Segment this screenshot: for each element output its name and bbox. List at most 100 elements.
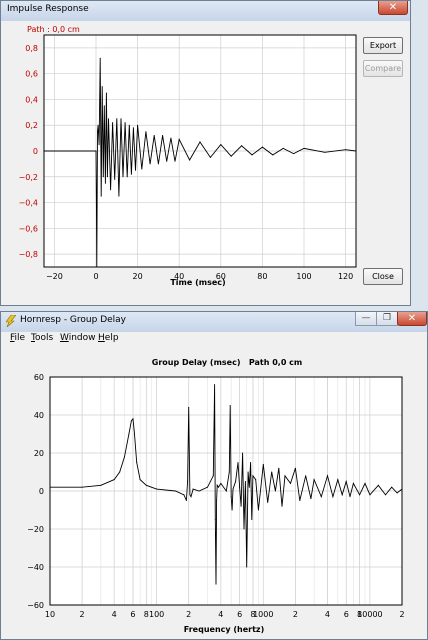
data-point [215, 583, 217, 585]
restore-icon: ❐ [382, 313, 392, 323]
y-tick-label: −0,2 [19, 173, 38, 182]
impulse-window-title: Impulse Response [7, 4, 89, 14]
menu-help[interactable]: Help [98, 333, 119, 343]
x-tick-label: 10000 [357, 610, 382, 619]
minimize-button[interactable]: — [355, 312, 377, 326]
data-point [166, 160, 168, 162]
x-tick-label: 0 [93, 272, 98, 281]
data-point [274, 490, 276, 492]
impulse-response-window: Impulse Response ✕ −20 0 20 40 60 80 100 120 0,8… [0, 0, 411, 306]
data-point [112, 122, 114, 124]
data-point [239, 486, 241, 488]
y-tick-label: −0,8 [19, 250, 38, 259]
data-point [230, 155, 232, 157]
data-point [101, 86, 103, 88]
impulse-path-label: Path : 0,0 cm [27, 25, 80, 34]
data-point [114, 178, 116, 180]
data-point [261, 146, 263, 148]
data-point [145, 484, 147, 486]
x-tick-label: 2 [293, 610, 298, 619]
y-tick-label: 0,8 [25, 44, 38, 53]
y-tick-label: −40 [27, 563, 44, 572]
data-point [345, 149, 347, 151]
minimize-icon: — [361, 313, 371, 323]
data-point [126, 176, 128, 178]
data-point [252, 475, 254, 477]
group-delay-titlebar[interactable]: Hornresp - Group Delay — ❐ ✕ [1, 312, 427, 332]
data-point [231, 509, 233, 511]
menu-file[interactable]: File [10, 333, 25, 343]
y-tick-label: −60 [27, 601, 44, 610]
data-point [303, 147, 305, 149]
data-point [327, 475, 328, 477]
export-button[interactable]: Export [363, 37, 403, 54]
data-point [352, 482, 354, 484]
data-point [235, 481, 237, 482]
data-point [81, 486, 83, 488]
x-tick-label: 6 [130, 610, 135, 619]
data-point [216, 484, 218, 486]
data-point [110, 189, 112, 191]
data-point [281, 505, 283, 507]
data-point [247, 471, 249, 473]
x-tick-label: 2 [399, 610, 404, 619]
data-point [149, 163, 151, 165]
data-point [198, 490, 200, 492]
data-point [278, 467, 280, 469]
data-point [241, 145, 243, 147]
data-point [320, 496, 322, 498]
data-point [100, 195, 102, 197]
menu-tools[interactable]: Tools [31, 333, 53, 343]
data-point [153, 135, 155, 136]
data-point [99, 57, 101, 59]
data-point [267, 501, 269, 503]
data-point [385, 494, 386, 496]
data-point [141, 168, 143, 170]
menu-window[interactable]: Window [60, 333, 96, 343]
data-point [199, 141, 201, 143]
data-point [248, 486, 250, 488]
data-point [100, 484, 102, 486]
data-point [324, 151, 326, 153]
data-point [313, 479, 315, 481]
data-point [104, 182, 106, 184]
data-point [349, 496, 351, 498]
close-icon: ✕ [407, 313, 417, 324]
data-point [178, 138, 180, 140]
group-delay-chart-title: Group Delay (msec) Path 0,0 cm [152, 358, 303, 367]
close-button[interactable]: Close [363, 268, 403, 285]
data-point [145, 131, 147, 133]
x-tick-label: 120 [338, 272, 353, 281]
data-point [237, 462, 239, 463]
data-point [139, 479, 141, 481]
impulse-titlebar[interactable]: Impulse Response ✕ [1, 1, 410, 21]
data-point [271, 471, 273, 473]
x-tick-label: 20 [133, 272, 143, 281]
data-point [135, 169, 136, 171]
data-point [369, 494, 371, 496]
data-point [214, 384, 216, 386]
data-point [251, 519, 253, 520]
data-point [192, 488, 194, 490]
x-tick-label: 10 [45, 610, 55, 619]
data-point [293, 153, 295, 155]
group-delay-window-title: Hornresp - Group Delay [20, 315, 127, 325]
data-point [136, 462, 138, 463]
data-point [294, 467, 296, 469]
impulse-close-window-button[interactable]: ✕ [378, 1, 408, 15]
data-point [251, 154, 253, 156]
data-point [396, 492, 398, 494]
restore-button[interactable]: ❐ [376, 312, 398, 326]
data-point [218, 486, 219, 488]
data-point [272, 154, 274, 156]
data-point [232, 488, 234, 490]
group-delay-close-window-button[interactable]: ✕ [397, 312, 427, 326]
data-point [242, 452, 244, 454]
data-point [282, 147, 284, 149]
compare-button[interactable]: Compare [363, 60, 403, 77]
x-tick-label: 100 [149, 610, 164, 619]
data-point [290, 482, 291, 484]
data-point [98, 144, 100, 146]
data-point [230, 496, 232, 498]
data-point [156, 488, 158, 490]
